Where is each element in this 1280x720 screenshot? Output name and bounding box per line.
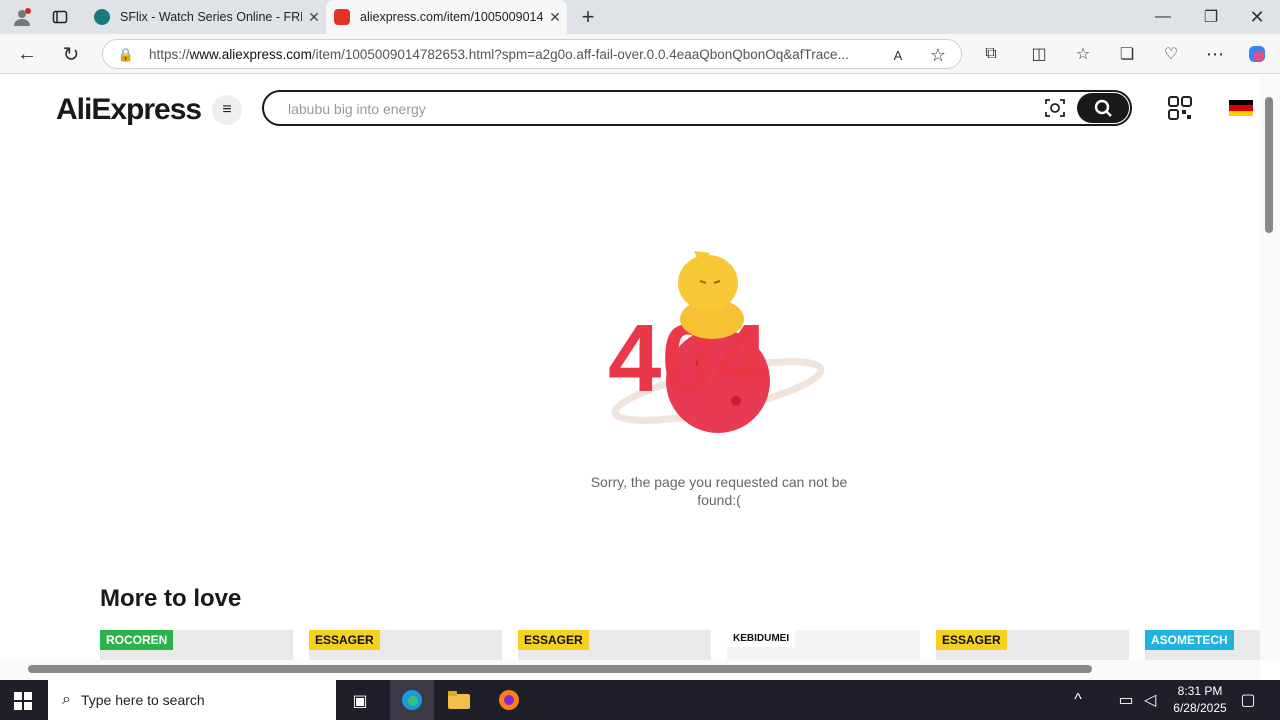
product-brand: ESSAGER — [518, 630, 589, 650]
windows-start-icon[interactable] — [12, 690, 34, 712]
clock-time: 8:31 PM — [1177, 684, 1223, 698]
horizontal-scrollbar[interactable] — [0, 660, 1260, 680]
tab-actions-icon[interactable] — [48, 5, 72, 29]
show-hidden-icons-icon[interactable]: ^ — [1068, 690, 1088, 710]
browser-tab-strip: SFlix - Watch Series Online - FREE ✕ ali… — [0, 0, 1280, 34]
split-screen-icon[interactable]: ◫ — [1026, 42, 1052, 66]
restore-icon[interactable]: ❐ — [1196, 5, 1226, 29]
aliexpress-favicon-icon — [334, 9, 350, 25]
product-card[interactable]: ESSAGER — [936, 630, 1129, 660]
product-brand: ROCOREN — [100, 630, 174, 650]
reload-icon[interactable]: ↻ — [58, 42, 84, 66]
close-window-icon[interactable]: ✕ — [1242, 5, 1272, 29]
new-tab-icon[interactable]: + — [576, 4, 600, 29]
category-menu-button[interactable]: ≡ — [212, 95, 242, 125]
volume-icon[interactable]: ◁ — [1140, 690, 1160, 710]
product-brand: ASOMETECH — [1145, 630, 1234, 650]
tab-sflix[interactable]: SFlix - Watch Series Online - FREE ✕ — [86, 0, 326, 34]
site-info-icon[interactable]: 🔒 — [117, 46, 135, 64]
more-icon[interactable]: ⋯ — [1202, 42, 1228, 66]
search-input[interactable]: labubu big into energy — [288, 101, 426, 117]
minimize-icon[interactable]: — — [1148, 5, 1178, 29]
section-title: More to love — [100, 585, 242, 612]
favorites-icon[interactable]: ☆ — [1070, 42, 1096, 66]
notifications-icon[interactable]: ▢ — [1238, 690, 1258, 710]
system-clock[interactable]: 8:31 PM 6/28/2025 — [1160, 683, 1240, 717]
tab-aliexpress[interactable]: aliexpress.com/item/1005009014782653 ✕ — [326, 0, 567, 34]
windows-taskbar: ⌕ Type here to search ▣ ^ ▭ ◁ 8:31 PM 6/… — [0, 680, 1280, 720]
favorite-star-icon[interactable]: ☆ — [927, 45, 949, 65]
scroll-thumb[interactable] — [28, 665, 1092, 673]
product-card[interactable]: ESSAGER — [518, 630, 711, 660]
close-tab-icon[interactable]: ✕ — [543, 9, 567, 26]
profile-icon[interactable] — [8, 5, 36, 29]
firefox-icon[interactable] — [496, 688, 522, 712]
app-qr-icon[interactable] — [1168, 96, 1192, 120]
product-brand: ESSAGER — [309, 630, 380, 650]
product-card[interactable]: KEBIDUMEI — [727, 630, 920, 660]
germany-flag-icon[interactable] — [1229, 100, 1253, 116]
error-message: Sorry, the page you requested can not be… — [590, 474, 848, 508]
search-button[interactable] — [1077, 93, 1129, 123]
network-icon[interactable]: ▭ — [1116, 690, 1136, 710]
tab-title: aliexpress.com/item/1005009014782653 — [360, 10, 543, 24]
close-tab-icon[interactable]: ✕ — [302, 9, 326, 26]
scroll-thumb[interactable] — [1265, 97, 1273, 233]
file-explorer-icon[interactable] — [446, 688, 472, 712]
address-url: https://www.aliexpress.com/item/10050090… — [149, 46, 849, 62]
address-bar[interactable]: 🔒 https://www.aliexpress.com/item/100500… — [102, 39, 962, 69]
read-aloud-icon[interactable]: A — [887, 45, 909, 65]
error-404-illustration: 404 — [608, 251, 825, 433]
search-icon — [1094, 99, 1112, 117]
collections-icon[interactable]: ❏ — [1114, 42, 1140, 66]
product-brand: KEBIDUMEI — [727, 630, 796, 647]
copilot-icon[interactable] — [1244, 42, 1270, 66]
hamburger-icon: ≡ — [222, 101, 232, 118]
product-card[interactable]: ROCOREN — [100, 630, 293, 660]
sflix-favicon-icon — [94, 9, 110, 25]
back-icon[interactable]: ← — [14, 42, 40, 66]
taskbar-search-input[interactable]: Type here to search — [81, 692, 205, 708]
search-icon: ⌕ — [62, 691, 71, 708]
product-brand: ESSAGER — [936, 630, 1007, 650]
product-card[interactable]: ESSAGER — [309, 630, 502, 660]
browser-essentials-icon[interactable]: ♡ — [1158, 42, 1184, 66]
page-viewport: AliExpress ≡ labubu big into energy 404 … — [0, 75, 1260, 660]
extensions-icon[interactable]: ⧉ — [978, 42, 1004, 66]
aliexpress-logo[interactable]: AliExpress — [56, 93, 202, 127]
edge-taskbar-icon[interactable] — [390, 680, 434, 720]
taskbar-search[interactable]: ⌕ Type here to search — [48, 680, 336, 720]
task-view-icon[interactable]: ▣ — [348, 690, 372, 712]
product-card[interactable]: ASOMETECH — [1145, 630, 1260, 660]
image-search-icon[interactable] — [1044, 98, 1066, 118]
clock-date: 6/28/2025 — [1173, 701, 1227, 715]
vertical-scrollbar[interactable] — [1260, 75, 1280, 660]
tab-title: SFlix - Watch Series Online - FREE — [120, 10, 302, 24]
search-bar[interactable]: labubu big into energy — [262, 90, 1132, 126]
